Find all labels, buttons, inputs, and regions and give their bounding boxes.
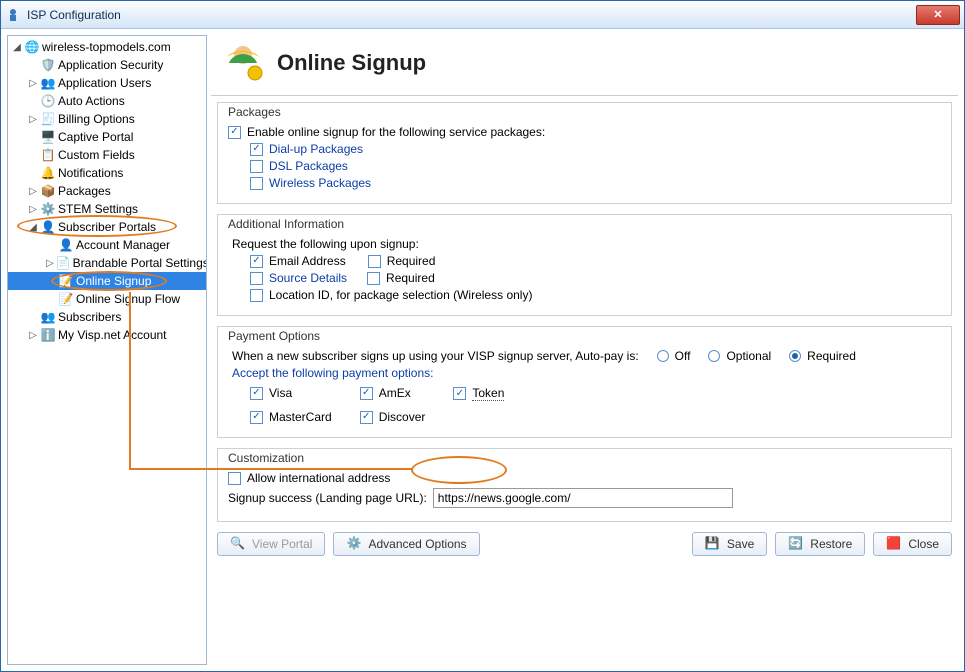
tree-item-autoactions[interactable]: 🕒Auto Actions [8, 92, 206, 110]
tree-item-billing[interactable]: ▷🧾Billing Options [8, 110, 206, 128]
enable-signup-checkbox[interactable] [228, 126, 241, 139]
button-bar: 🔍View Portal ⚙️Advanced Options 💾Save 🔄R… [211, 528, 958, 562]
tree-item-brandable-portal[interactable]: ▷📄Brandable Portal Settings [8, 254, 206, 272]
dialup-link[interactable]: Dial-up Packages [269, 142, 363, 156]
payment-options-panel: Payment Options When a new subscriber si… [217, 326, 952, 438]
source-required-checkbox[interactable] [367, 272, 380, 285]
tree-item-stem[interactable]: ▷⚙️STEM Settings [8, 200, 206, 218]
autopay-optional-radio[interactable] [708, 350, 720, 362]
advanced-options-button[interactable]: ⚙️Advanced Options [333, 532, 479, 556]
tree-item-appsec[interactable]: 🛡️Application Security [8, 56, 206, 74]
token-checkbox[interactable] [453, 387, 466, 400]
tree-item-myvisp[interactable]: ▷ℹ️My Visp.net Account [8, 326, 206, 344]
tree-item-captive[interactable]: 🖥️Captive Portal [8, 128, 206, 146]
source-checkbox[interactable] [250, 272, 263, 285]
autopay-off-radio[interactable] [657, 350, 669, 362]
nav-tree[interactable]: ◢🌐wireless-topmodels.com 🛡️Application S… [7, 35, 207, 665]
request-label: Request the following upon signup: [232, 237, 941, 251]
tree-item-online-signup[interactable]: 📝Online Signup [8, 272, 206, 290]
email-checkbox[interactable] [250, 255, 263, 268]
source-link[interactable]: Source Details [269, 271, 347, 285]
window-title: ISP Configuration [27, 8, 916, 22]
autopay-required-radio[interactable] [789, 350, 801, 362]
landing-url-label: Signup success (Landing page URL): [228, 491, 427, 505]
dialup-checkbox[interactable] [250, 143, 263, 156]
customization-label: Customization [228, 451, 941, 465]
tree-item-customfields[interactable]: 📋Custom Fields [8, 146, 206, 164]
close-button[interactable]: 🟥Close [873, 532, 952, 556]
wireless-checkbox[interactable] [250, 177, 263, 190]
visa-checkbox[interactable] [250, 387, 263, 400]
landing-url-input[interactable] [433, 488, 733, 508]
packages-panel: Packages Enable online signup for the fo… [217, 102, 952, 204]
wireless-link[interactable]: Wireless Packages [269, 176, 371, 190]
main-content: Online Signup Packages Enable online sig… [211, 35, 958, 665]
tree-item-account-manager[interactable]: 👤Account Manager [8, 236, 206, 254]
page-header: Online Signup [211, 35, 958, 96]
discover-checkbox[interactable] [360, 411, 373, 424]
page-title-icon [219, 39, 267, 87]
email-required-checkbox[interactable] [368, 255, 381, 268]
app-icon [5, 7, 21, 23]
save-button[interactable]: 💾Save [692, 532, 767, 556]
window-close-button[interactable]: ✕ [916, 5, 960, 25]
mastercard-checkbox[interactable] [250, 411, 263, 424]
tree-root[interactable]: ◢🌐wireless-topmodels.com [8, 38, 206, 56]
gear-icon: ⚙️ [346, 536, 362, 552]
dsl-link[interactable]: DSL Packages [269, 159, 348, 173]
close-icon: 🟥 [886, 536, 902, 552]
customization-panel: Customization Allow international addres… [217, 448, 952, 522]
intl-address-checkbox[interactable] [228, 472, 241, 485]
tree-item-appusers[interactable]: ▷👥Application Users [8, 74, 206, 92]
additional-info-panel: Additional Information Request the follo… [217, 214, 952, 316]
amex-checkbox[interactable] [360, 387, 373, 400]
enable-signup-label: Enable online signup for the following s… [247, 125, 545, 139]
tree-item-subscriber-portals[interactable]: ◢👤Subscriber Portals [8, 218, 206, 236]
tree-item-subscribers[interactable]: 👥Subscribers [8, 308, 206, 326]
restore-button[interactable]: 🔄Restore [775, 532, 865, 556]
packages-label: Packages [228, 105, 941, 119]
accept-payment-label: Accept the following payment options: [232, 366, 941, 380]
dsl-checkbox[interactable] [250, 160, 263, 173]
save-icon: 💾 [705, 536, 721, 552]
tree-item-notifications[interactable]: 🔔Notifications [8, 164, 206, 182]
restore-icon: 🔄 [788, 536, 804, 552]
view-portal-button[interactable]: 🔍View Portal [217, 532, 325, 556]
additional-info-label: Additional Information [228, 217, 941, 231]
tree-item-online-signup-flow[interactable]: 📝Online Signup Flow [8, 290, 206, 308]
title-bar: ISP Configuration ✕ [1, 1, 964, 29]
page-title: Online Signup [277, 50, 426, 76]
search-icon: 🔍 [230, 536, 246, 552]
payment-options-label: Payment Options [228, 329, 941, 343]
tree-item-packages[interactable]: ▷📦Packages [8, 182, 206, 200]
locationid-checkbox[interactable] [250, 289, 263, 302]
